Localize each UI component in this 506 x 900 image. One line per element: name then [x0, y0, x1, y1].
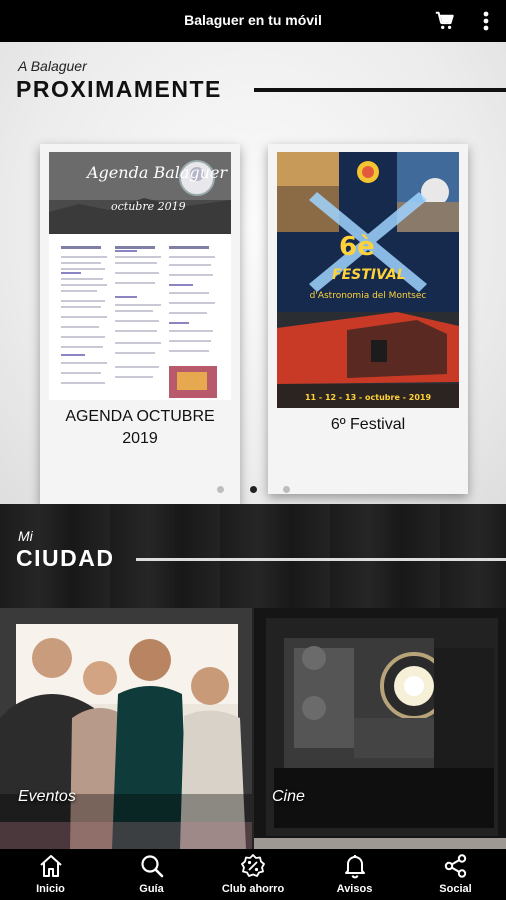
shopping-cart-icon[interactable] [434, 10, 456, 32]
agenda-poster-art: Agenda Balaguer octubre 2019 [49, 152, 231, 398]
agenda-poster-subtitle: octubre 2019 [111, 200, 186, 213]
nav-label: Social [439, 883, 472, 895]
agenda-poster-title: Agenda Balaguer [85, 163, 228, 182]
more-vert-icon[interactable] [478, 9, 494, 33]
event-card-festival[interactable]: 6è FESTIVAL d'Astronomia del Montsec 11 … [268, 144, 468, 494]
city-section: Mi CIUDAD Eventos Cine [0, 504, 506, 849]
agenda-card-title-line2: 2019 [122, 430, 158, 447]
agenda-card-title-line1: AGENDA OCTUBRE [65, 408, 215, 425]
discount-icon [241, 854, 265, 877]
bottom-navigation: Inicio Guía Club ahorro Avisos Social [0, 849, 506, 900]
tile-label-eventos: Eventos [18, 788, 76, 805]
tile-eventos[interactable]: Eventos [0, 608, 252, 849]
festival-poster-art: 6è FESTIVAL d'Astronomia del Montsec 11 … [277, 152, 459, 408]
section-kicker: A Balaguer [18, 58, 87, 74]
festival-poster-word: FESTIVAL [332, 267, 406, 283]
tile-cine[interactable]: Cine [254, 608, 506, 849]
nav-social[interactable]: Social [405, 849, 506, 900]
eventos-photo [0, 608, 252, 849]
nav-label: Inicio [36, 883, 65, 895]
nav-label: Club ahorro [221, 883, 285, 895]
pager-dot-active[interactable] [249, 486, 257, 493]
app-title: Balaguer en tu móvil [184, 12, 322, 28]
upcoming-section: A Balaguer PROXIMAMENTE Agenda Balaguer … [0, 42, 506, 506]
search-icon [140, 855, 163, 878]
app-bar: Balaguer en tu móvil [0, 0, 506, 42]
nav-inicio[interactable]: Inicio [0, 849, 101, 900]
agenda-poster-image: Agenda Balaguer octubre 2019 [49, 152, 231, 400]
bell-icon [344, 855, 365, 879]
city-heading-divider [136, 558, 506, 561]
nav-label: Avisos [336, 883, 373, 895]
nav-label: Guía [139, 883, 164, 895]
pager-dot[interactable] [282, 486, 290, 493]
share-icon [444, 854, 466, 878]
agenda-card-title: AGENDA OCTUBRE 2019 [40, 406, 240, 450]
festival-poster-sub: d'Astronomia del Montsec [310, 291, 427, 301]
festival-poster-big: 6è [339, 232, 375, 262]
carousel-pager [0, 480, 506, 498]
tile-label-cine: Cine [272, 788, 305, 805]
nav-guia[interactable]: Guía [101, 849, 202, 900]
heading-divider [254, 88, 506, 92]
festival-poster-dates: 11 - 12 - 13 - octubre - 2019 [305, 393, 432, 402]
festival-poster-image: 6è FESTIVAL d'Astronomia del Montsec 11 … [277, 152, 459, 408]
cine-photo [254, 608, 506, 849]
section-heading: PROXIMAMENTE [16, 76, 222, 102]
festival-card-title: 6º Festival [330, 416, 406, 433]
event-card-agenda[interactable]: Agenda Balaguer octubre 2019 AGENDA OCTU… [40, 144, 240, 506]
pager-dot[interactable] [216, 486, 224, 493]
home-icon [39, 855, 62, 877]
city-heading: CIUDAD [16, 545, 115, 571]
city-kicker: Mi [18, 528, 33, 544]
nav-club-ahorro[interactable]: Club ahorro [202, 849, 304, 900]
nav-avisos[interactable]: Avisos [304, 849, 405, 900]
